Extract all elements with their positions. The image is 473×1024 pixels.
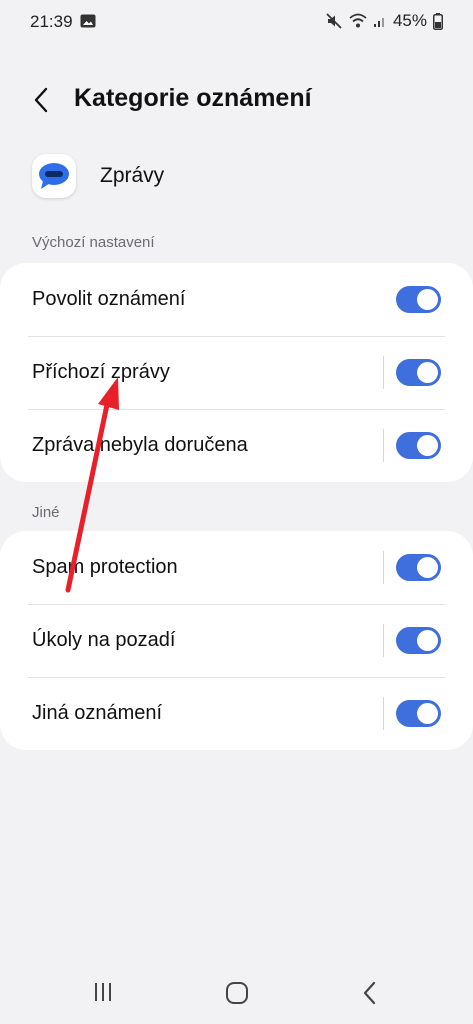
row-allow-notifications[interactable]: Povolit oznámení [0, 263, 473, 336]
app-row: Zprávy [32, 152, 164, 200]
wifi-icon [349, 13, 367, 28]
vertical-divider [383, 429, 384, 462]
toggle-knob [417, 557, 438, 578]
toggle-knob [417, 362, 438, 383]
chat-bubble-icon [39, 163, 69, 189]
row-label: Úkoly na pozadí [32, 629, 176, 651]
toggle-switch[interactable] [396, 554, 441, 581]
messages-app-icon [32, 154, 76, 198]
vertical-divider [383, 624, 384, 657]
row-message-not-delivered[interactable]: Zpráva nebyla doručena [0, 409, 473, 482]
toggle-knob [417, 289, 438, 310]
toggle-switch[interactable] [396, 432, 441, 459]
home-icon[interactable] [222, 978, 252, 1008]
battery-icon [433, 12, 443, 30]
toggle-knob [417, 703, 438, 724]
toggle-switch[interactable] [396, 700, 441, 727]
header: Kategorie oznámení [0, 72, 473, 128]
app-name: Zprávy [100, 164, 165, 187]
row-spam-protection[interactable]: Spam protection [0, 531, 473, 604]
section-header-default: Výchozí nastavení [32, 234, 155, 251]
vertical-divider [383, 551, 384, 584]
signal-icon [373, 18, 384, 27]
battery-percent: 45% [392, 11, 427, 30]
card-default-settings: Povolit oznámení Příchozí zprávy Zpráva … [0, 263, 473, 482]
status-time: 21:39 [30, 12, 73, 31]
navigation-bar [0, 960, 473, 1024]
gallery-icon [80, 14, 96, 28]
row-background-tasks[interactable]: Úkoly na pozadí [0, 604, 473, 677]
row-label: Jiná oznámení [32, 702, 163, 724]
recents-icon[interactable] [88, 978, 118, 1006]
page-title: Kategorie oznámení [74, 84, 312, 112]
toggle-switch[interactable] [396, 627, 441, 654]
toggle-knob [417, 435, 438, 456]
row-label: Zpráva nebyla doručena [32, 434, 248, 456]
toggle-knob [417, 630, 438, 651]
row-other-notifications[interactable]: Jiná oznámení [0, 677, 473, 750]
mute-icon [326, 13, 342, 29]
vertical-divider [383, 697, 384, 730]
row-incoming-messages[interactable]: Příchozí zprávy [0, 336, 473, 409]
back-icon[interactable] [356, 978, 386, 1008]
vertical-divider [383, 356, 384, 389]
row-label: Spam protection [32, 556, 178, 578]
toggle-switch[interactable] [396, 359, 441, 386]
section-header-other: Jiné [32, 504, 60, 521]
status-icons: 45% [325, 11, 443, 31]
card-other: Spam protection Úkoly na pozadí Jiná ozn… [0, 531, 473, 750]
status-bar: 21:39 45% [0, 0, 473, 44]
back-chevron-icon[interactable] [26, 82, 60, 118]
row-label: Povolit oznámení [32, 288, 186, 310]
row-label: Příchozí zprávy [32, 361, 170, 383]
toggle-switch[interactable] [396, 286, 441, 313]
screen: 21:39 45% Kategorie oznámení Zprávy Vých… [0, 0, 473, 1024]
